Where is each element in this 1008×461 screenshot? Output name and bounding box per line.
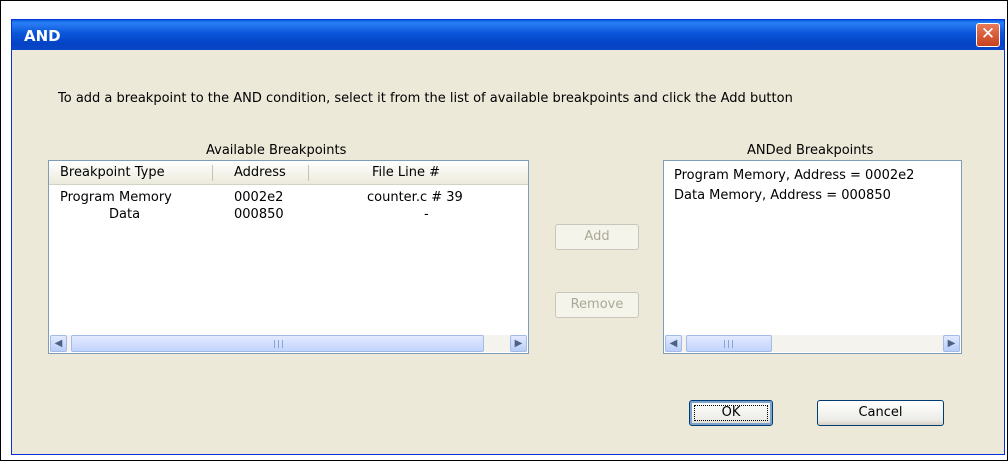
cancel-button[interactable]: Cancel bbox=[817, 400, 944, 426]
scroll-thumb[interactable] bbox=[686, 335, 772, 352]
dialog-title: AND bbox=[24, 27, 61, 45]
file-line-cell: counter.c # 39 bbox=[367, 190, 463, 205]
title-bar[interactable]: AND ✕ bbox=[12, 20, 1004, 50]
scroll-left-button[interactable]: ◀ bbox=[50, 335, 67, 352]
available-breakpoints-label: Available Breakpoints bbox=[206, 143, 347, 158]
anded-breakpoints-label: ANDed Breakpoints bbox=[747, 143, 874, 158]
column-header-file-line[interactable]: File Line # bbox=[372, 165, 440, 180]
add-button[interactable]: Add bbox=[555, 224, 639, 250]
address-cell: 000850 bbox=[234, 207, 284, 222]
breakpoint-type-cell: Program Memory bbox=[60, 190, 172, 205]
scroll-left-button[interactable]: ◀ bbox=[665, 335, 682, 352]
ok-button[interactable]: OK bbox=[689, 400, 773, 426]
breakpoint-type-cell: Data bbox=[109, 207, 141, 222]
scroll-right-icon: ▶ bbox=[514, 338, 523, 349]
close-button[interactable]: ✕ bbox=[976, 23, 1000, 47]
close-icon: ✕ bbox=[980, 24, 996, 44]
file-line-cell: - bbox=[424, 207, 429, 222]
column-divider[interactable] bbox=[212, 165, 213, 181]
grip-icon bbox=[724, 340, 733, 348]
instructions-text: To add a breakpoint to the AND condition… bbox=[58, 91, 793, 106]
scroll-thumb[interactable] bbox=[71, 335, 484, 352]
scroll-right-button[interactable]: ▶ bbox=[943, 335, 960, 352]
scroll-left-icon: ◀ bbox=[669, 338, 678, 349]
focus-rectangle bbox=[694, 405, 768, 421]
column-header-address[interactable]: Address bbox=[234, 165, 286, 180]
horizontal-scrollbar[interactable]: ◀ ▶ bbox=[50, 335, 527, 352]
list-header: Breakpoint Type Address File Line # bbox=[49, 161, 528, 185]
address-cell: 0002e2 bbox=[234, 190, 284, 205]
horizontal-scrollbar[interactable]: ◀ ▶ bbox=[665, 335, 960, 352]
list-item[interactable]: Data Memory, Address = 000850 bbox=[674, 188, 891, 203]
scroll-right-icon: ▶ bbox=[947, 338, 956, 349]
column-header-breakpoint-type[interactable]: Breakpoint Type bbox=[60, 165, 165, 180]
available-breakpoints-list[interactable]: Breakpoint Type Address File Line # Prog… bbox=[48, 160, 529, 354]
list-item[interactable]: Program Memory, Address = 0002e2 bbox=[674, 168, 914, 183]
grip-icon bbox=[274, 340, 283, 348]
scroll-right-button[interactable]: ▶ bbox=[510, 335, 527, 352]
remove-button[interactable]: Remove bbox=[555, 292, 639, 318]
anded-breakpoints-list[interactable]: Program Memory, Address = 0002e2 Data Me… bbox=[663, 160, 962, 354]
scroll-left-icon: ◀ bbox=[54, 338, 63, 349]
column-divider[interactable] bbox=[308, 165, 309, 181]
